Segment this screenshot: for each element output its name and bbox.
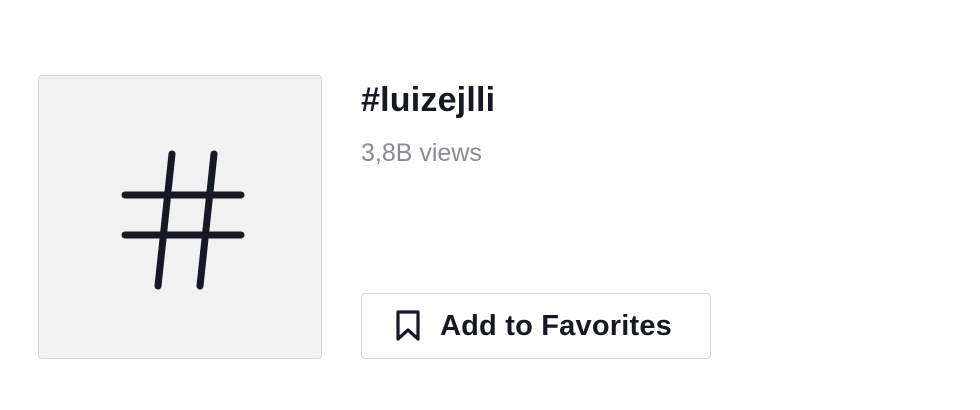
view-count: 3,8B views bbox=[361, 139, 482, 167]
bookmark-icon bbox=[395, 309, 421, 343]
hashtag-info: #luizejlli 3,8B views bbox=[361, 78, 495, 170]
add-to-favorites-label: Add to Favorites bbox=[440, 309, 672, 342]
hash-icon bbox=[121, 150, 245, 290]
hashtag-title: #luizejlli bbox=[361, 81, 496, 119]
hashtag-cover bbox=[38, 75, 322, 359]
add-to-favorites-button[interactable]: Add to Favorites bbox=[361, 293, 711, 359]
hashtag-header: #luizejlli 3,8B views Add to Favorites bbox=[0, 0, 980, 410]
